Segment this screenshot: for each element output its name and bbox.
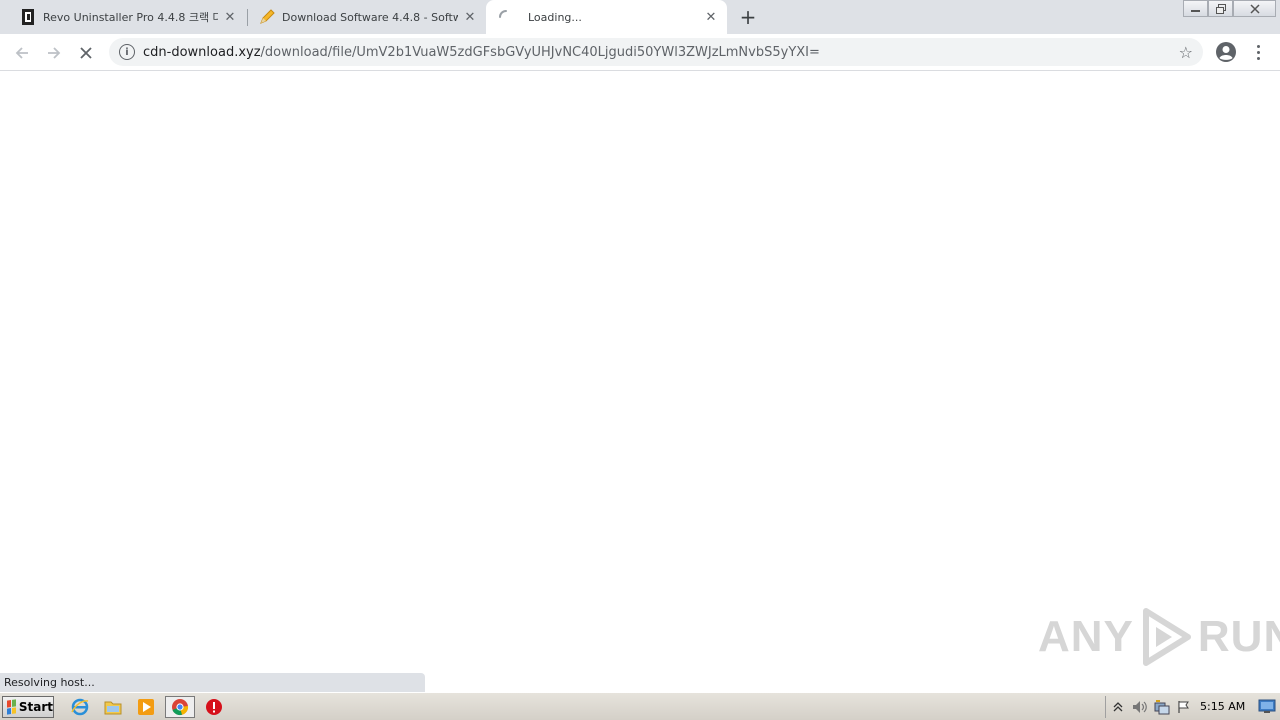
tab-title: Loading... xyxy=(528,10,582,24)
url-path: /download/file/UmV2b1VuaW5zdGFsbGVyUHJvN… xyxy=(260,44,820,60)
minimize-button[interactable] xyxy=(1183,0,1208,17)
info-icon[interactable]: i xyxy=(119,44,135,60)
forward-arrow-icon xyxy=(48,47,61,59)
network-icon[interactable] xyxy=(1154,699,1170,715)
tab-close-icon[interactable]: ✕ xyxy=(222,9,238,25)
tab-download-software[interactable]: Download Software 4.4.8 - Software ✕ xyxy=(239,0,486,34)
tab-revo-uninstaller[interactable]: Revo Uninstaller Pro 4.4.8 크랙 다운 ✕ xyxy=(0,0,246,34)
system-tray xyxy=(1105,696,1195,718)
tab-strip: Revo Uninstaller Pro 4.4.8 크랙 다운 ✕ Downl… xyxy=(0,0,1280,34)
back-button[interactable] xyxy=(9,40,35,66)
tray-expand-icon[interactable] xyxy=(1110,699,1126,715)
pencil-favicon-icon xyxy=(259,9,275,25)
tab-loading[interactable]: Loading... ✕ xyxy=(486,0,727,34)
volume-icon[interactable] xyxy=(1132,699,1148,715)
status-bubble: Resolving host... xyxy=(0,673,425,692)
watermark-text-right: RUN xyxy=(1197,612,1280,661)
stop-x-icon xyxy=(80,47,92,59)
tab-title: Download Software 4.4.8 - Software xyxy=(282,10,458,24)
loading-spinner-icon xyxy=(498,9,514,25)
watermark-text-left: ANY xyxy=(1038,612,1134,661)
taskbar-clock[interactable]: 5:15 AM xyxy=(1200,700,1245,713)
browser-menu-button[interactable] xyxy=(1250,40,1266,64)
media-player-icon[interactable] xyxy=(135,697,157,717)
chrome-icon xyxy=(172,699,189,716)
start-button[interactable]: Start xyxy=(2,696,54,718)
back-arrow-icon xyxy=(15,47,28,59)
url-text[interactable]: cdn-download.xyz/download/file/UmV2b1Vua… xyxy=(143,45,820,60)
browser-toolbar: i cdn-download.xyz/download/file/UmV2b1V… xyxy=(0,34,1280,71)
revo-favicon-icon xyxy=(20,9,36,25)
internet-explorer-icon[interactable] xyxy=(69,697,91,717)
tab-close-icon[interactable]: ✕ xyxy=(462,9,478,25)
chrome-taskbar-button[interactable] xyxy=(165,696,195,718)
url-host: cdn-download.xyz xyxy=(143,44,261,60)
windows-logo-icon xyxy=(7,699,16,715)
new-tab-button[interactable]: + xyxy=(737,5,759,29)
anyrun-watermark: ANY RUN xyxy=(1038,607,1280,667)
windows-taskbar: Start 5:15 AM xyxy=(0,692,1280,720)
bookmark-star-icon[interactable]: ☆ xyxy=(1179,43,1193,62)
start-label: Start xyxy=(18,700,53,714)
stop-loading-button[interactable] xyxy=(73,40,99,66)
file-explorer-icon[interactable] xyxy=(102,697,124,717)
address-bar[interactable]: i cdn-download.xyz/download/file/UmV2b1V… xyxy=(109,38,1203,66)
forward-button[interactable] xyxy=(41,40,67,66)
opera-icon[interactable] xyxy=(203,697,225,717)
restore-button[interactable] xyxy=(1208,0,1233,17)
profile-avatar-icon[interactable] xyxy=(1215,41,1237,63)
show-desktop-icon[interactable] xyxy=(1258,698,1276,714)
tab-close-icon[interactable]: ✕ xyxy=(703,9,719,25)
action-center-flag-icon[interactable] xyxy=(1176,699,1192,715)
close-window-button[interactable] xyxy=(1233,0,1276,17)
tab-title: Revo Uninstaller Pro 4.4.8 크랙 다운 xyxy=(43,11,218,24)
page-content xyxy=(0,72,1280,692)
play-logo-icon xyxy=(1142,608,1191,666)
